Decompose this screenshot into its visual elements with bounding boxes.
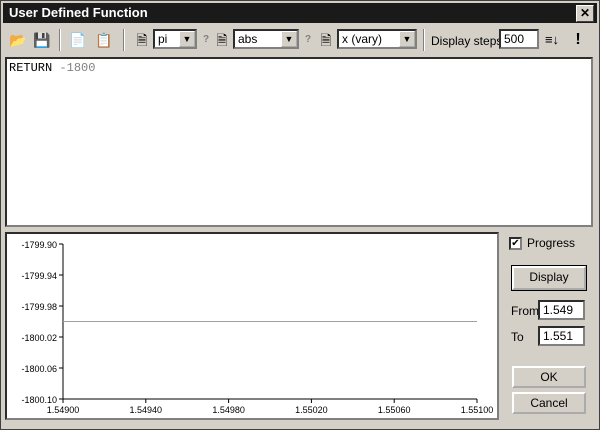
x-tick-label: 1.54900 <box>47 405 80 415</box>
y-tick-label: -1800.06 <box>21 364 57 374</box>
from-label: From <box>511 304 539 318</box>
variable-select[interactable]: x (vary) ▼ <box>337 29 417 49</box>
function-select-value: abs <box>238 32 258 46</box>
dialog-window: User Defined Function ✕ 📂 💾 📄 📋 🗎 pi ▼ ?… <box>0 0 600 430</box>
insert-function-icon[interactable]: 🗎 <box>213 31 231 49</box>
x-tick-label: 1.55020 <box>295 405 328 415</box>
progress-checkbox[interactable]: ✔ <box>509 237 522 250</box>
display-steps-label: Display steps <box>431 34 503 48</box>
x-tick-label: 1.54940 <box>130 405 163 415</box>
progress-label: Progress <box>527 236 576 250</box>
to-input[interactable]: 1.551 <box>538 326 585 346</box>
from-input[interactable]: 1.549 <box>538 300 585 320</box>
ok-button[interactable]: OK <box>512 366 586 388</box>
chevron-down-icon[interactable]: ▼ <box>179 31 195 47</box>
constant-select[interactable]: pi ▼ <box>153 29 197 49</box>
insert-constant-icon[interactable]: 🗎 <box>133 31 151 49</box>
title-bar: User Defined Function ✕ <box>3 3 597 23</box>
cancel-button[interactable]: Cancel <box>512 392 586 414</box>
display-button[interactable]: Display <box>511 265 587 291</box>
code-keyword: RETURN <box>9 61 53 75</box>
toolbar-separator <box>423 29 425 51</box>
toolbar-separator <box>59 29 61 51</box>
code-value: -1800 <box>59 61 96 75</box>
to-label: To <box>511 330 524 344</box>
window-title: User Defined Function <box>9 5 148 20</box>
paste-icon[interactable]: 📋 <box>95 31 113 49</box>
code-line: RETURN -1800 <box>9 61 95 75</box>
x-tick-label: 1.54980 <box>212 405 245 415</box>
function-chart: -1799.90 -1799.94 -1799.98 -1800.02 -1800.06… <box>21 240 494 415</box>
run-icon[interactable]: ! <box>569 31 587 49</box>
code-editor[interactable]: RETURN -1800 <box>5 57 593 227</box>
function-select[interactable]: abs ▼ <box>233 29 299 49</box>
variable-select-value: x (vary) <box>342 32 382 46</box>
save-icon[interactable]: 💾 <box>33 31 51 49</box>
toolbar-separator <box>123 29 125 51</box>
y-tick-label: -1800.10 <box>21 395 57 405</box>
help-icon[interactable]: ? <box>203 34 209 45</box>
insert-variable-icon[interactable]: 🗎 <box>317 31 335 49</box>
chevron-down-icon[interactable]: ▼ <box>399 31 415 47</box>
x-tick-label: 1.55100 <box>461 405 494 415</box>
y-tick-label: -1800.02 <box>21 333 57 343</box>
y-tick-label: -1799.94 <box>21 271 57 281</box>
plot-area: -1799.90 -1799.94 -1799.98 -1800.02 -1800.06… <box>5 232 499 420</box>
display-steps-input[interactable]: 500 <box>499 29 539 49</box>
help-icon[interactable]: ? <box>305 34 311 45</box>
copy-icon[interactable]: 📄 <box>69 31 87 49</box>
constant-select-value: pi <box>158 32 168 46</box>
y-tick-label: -1799.98 <box>21 302 57 312</box>
y-tick-label: -1799.90 <box>21 240 57 250</box>
sort-icon[interactable]: ≡↓ <box>543 31 561 49</box>
chevron-down-icon[interactable]: ▼ <box>281 31 297 47</box>
close-button[interactable]: ✕ <box>576 5 594 22</box>
toolbar: 📂 💾 📄 📋 🗎 pi ▼ ? 🗎 abs ▼ ? 🗎 x (vary) ▼ … <box>3 25 597 55</box>
x-tick-label: 1.55060 <box>378 405 411 415</box>
open-folder-icon[interactable]: 📂 <box>9 31 27 49</box>
